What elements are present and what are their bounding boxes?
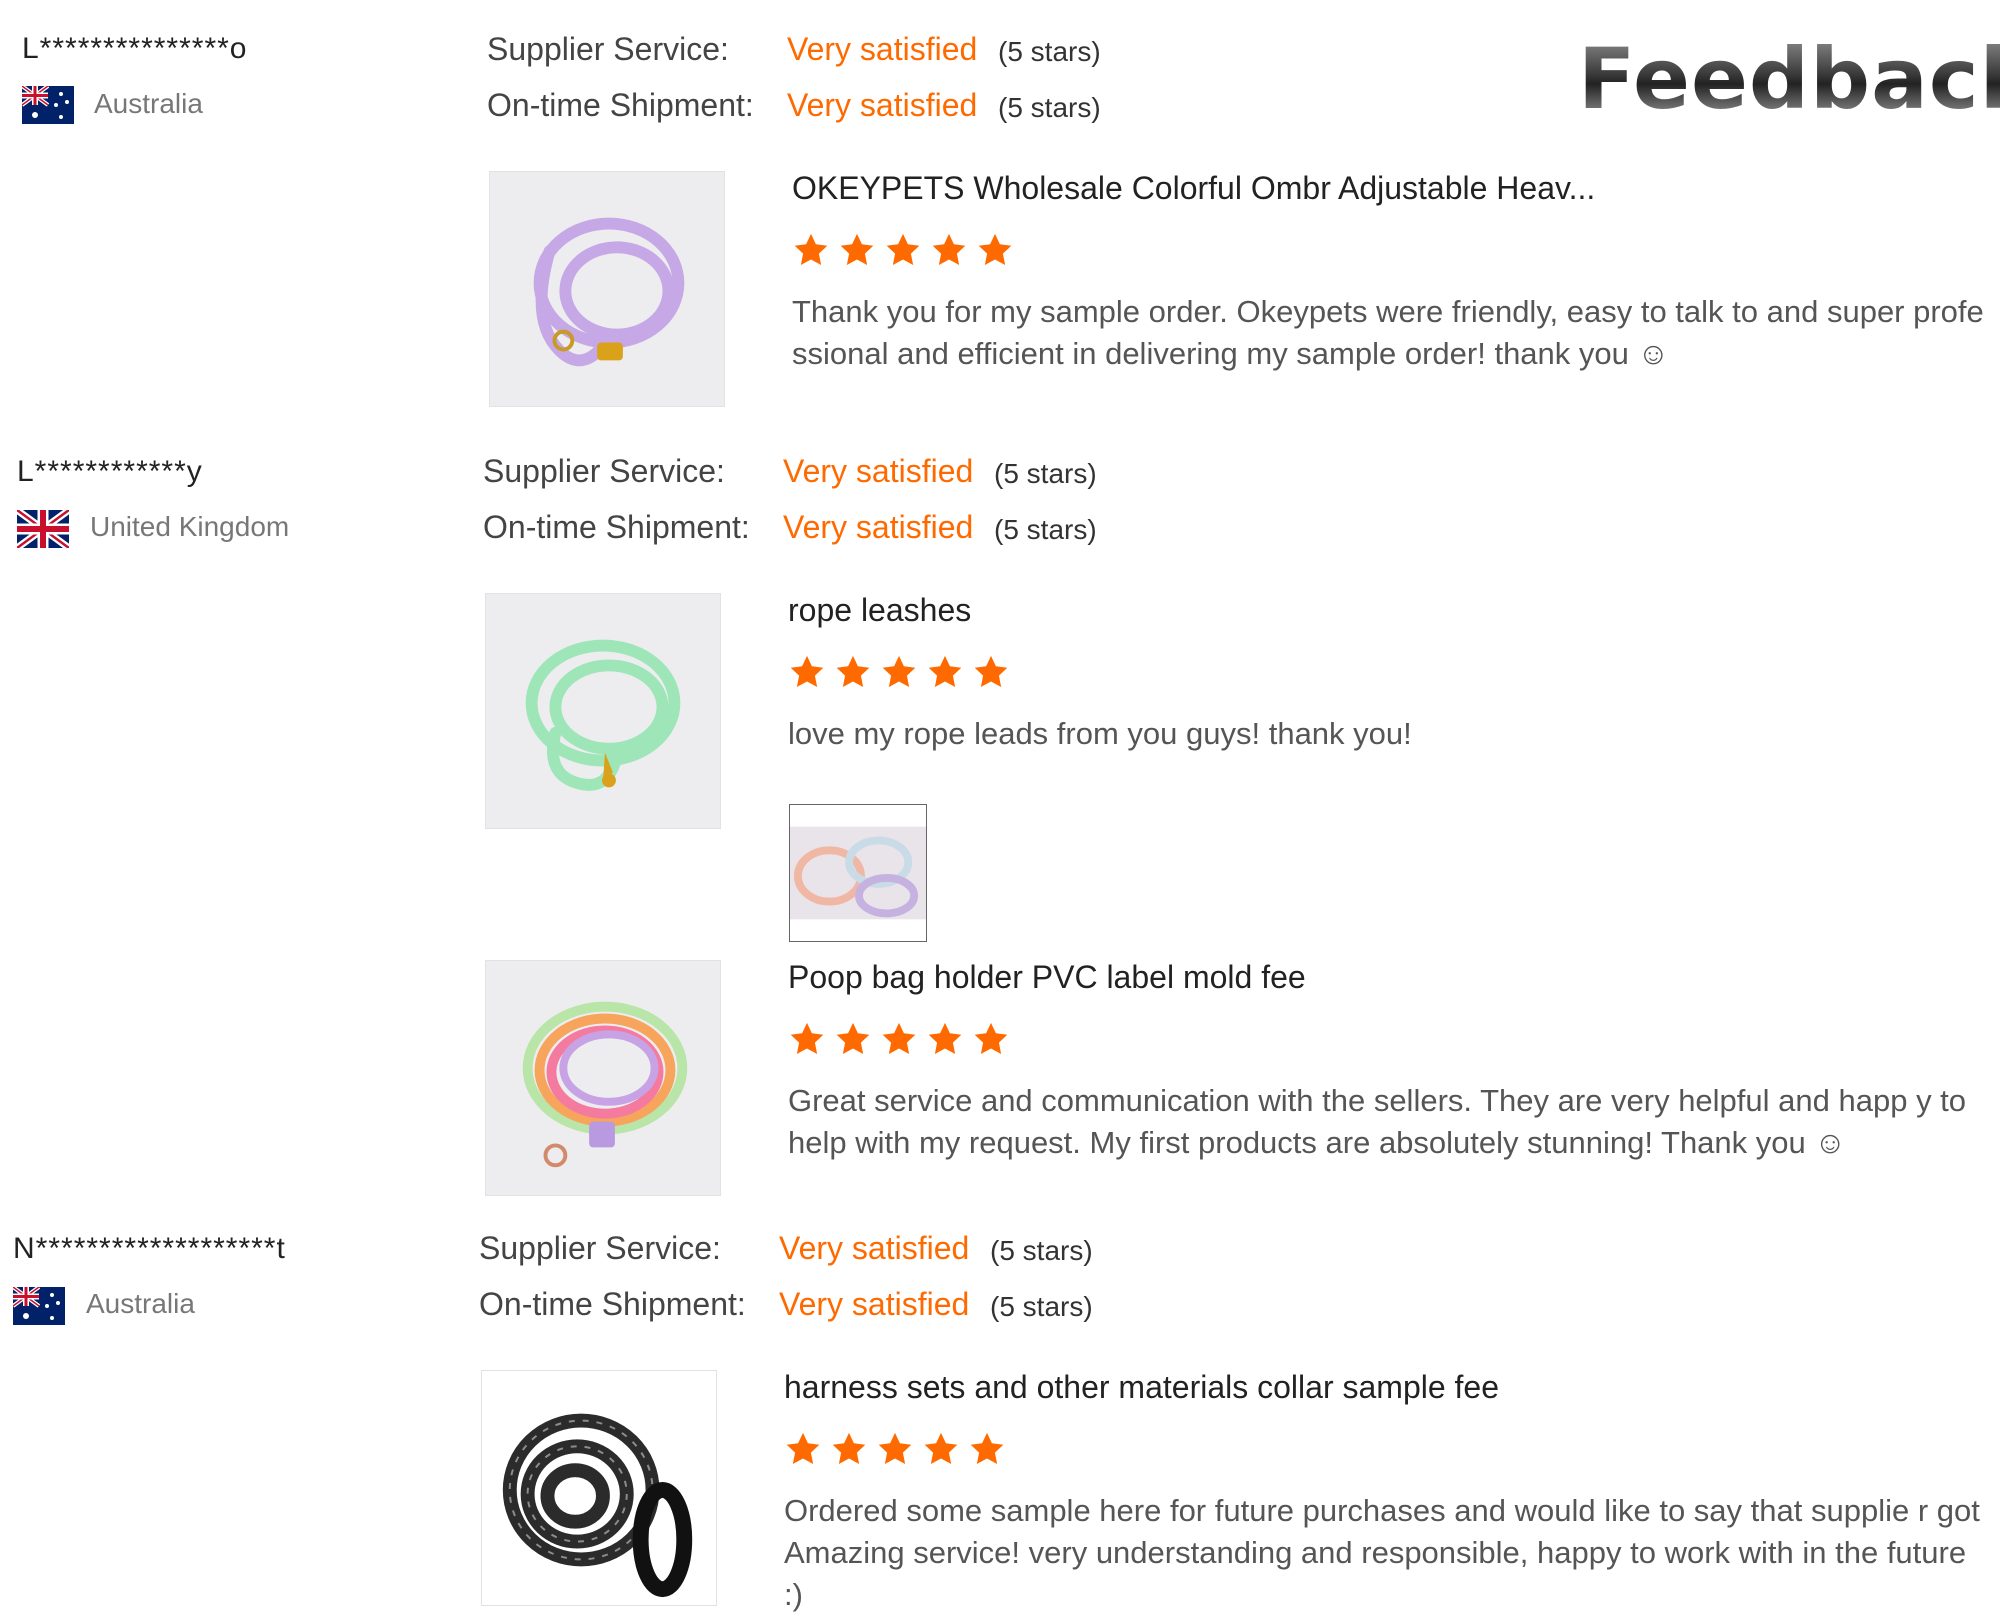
product-image[interactable] — [485, 593, 721, 829]
product-rating — [784, 1430, 1006, 1468]
star-icon — [930, 231, 968, 269]
product-rating — [788, 1020, 1010, 1058]
star-icon — [788, 653, 826, 691]
shipment-value: Very satisfied — [787, 87, 978, 123]
shipment-label: On-time Shipment: — [487, 87, 754, 123]
product-title[interactable]: rope leashes — [788, 592, 971, 629]
product-title[interactable]: harness sets and other materials collar … — [784, 1369, 1499, 1406]
supplier-service-label: Supplier Service: — [483, 453, 725, 489]
shipment-value: Very satisfied — [779, 1286, 970, 1322]
supplier-service-stars: (5 stars) — [994, 458, 1097, 489]
reviewer-name: L************y — [17, 455, 203, 488]
star-icon — [788, 1020, 826, 1058]
star-icon — [784, 1430, 822, 1468]
product-title[interactable]: Poop bag holder PVC label mold fee — [788, 959, 1306, 996]
reviewer-country: Australia — [86, 1288, 195, 1319]
reviewer-country: United Kingdom — [90, 511, 290, 542]
supplier-service-stars: (5 stars) — [998, 36, 1101, 67]
star-icon — [972, 1020, 1010, 1058]
supplier-service-label: Supplier Service: — [479, 1230, 721, 1266]
star-icon — [922, 1430, 960, 1468]
product-image[interactable] — [485, 960, 721, 1196]
product-title[interactable]: OKEYPETS Wholesale Colorful Ombr Adjusta… — [792, 170, 1595, 207]
feedback-title: Feedback — [1578, 30, 2000, 128]
review-text: Great service and communication with the… — [788, 1083, 1967, 1160]
supplier-service-label: Supplier Service: — [487, 31, 729, 67]
review-text: Ordered some sample here for future purc… — [784, 1493, 1980, 1612]
star-icon — [792, 231, 830, 269]
star-icon — [976, 231, 1014, 269]
shipment-label: On-time Shipment: — [479, 1286, 746, 1322]
australia-flag-icon — [13, 1287, 65, 1325]
star-icon — [880, 653, 918, 691]
shipment-stars: (5 stars) — [998, 92, 1101, 123]
product-image[interactable] — [489, 171, 725, 407]
supplier-service-value: Very satisfied — [783, 453, 974, 489]
star-icon — [834, 1020, 872, 1058]
star-icon — [876, 1430, 914, 1468]
star-icon — [926, 1020, 964, 1058]
star-icon — [834, 653, 872, 691]
star-icon — [968, 1430, 1006, 1468]
reviewer-name: N*******************t — [13, 1232, 286, 1265]
supplier-service-value: Very satisfied — [779, 1230, 970, 1266]
reviewer-name: L***************o — [22, 32, 248, 65]
shipment-label: On-time Shipment: — [483, 509, 750, 545]
star-icon — [884, 231, 922, 269]
star-icon — [838, 231, 876, 269]
shipment-stars: (5 stars) — [990, 1291, 1093, 1322]
review-photo[interactable] — [789, 804, 927, 942]
review-text: love my rope leads from you guys! thank … — [788, 716, 1412, 751]
united-kingdom-flag-icon — [17, 510, 69, 548]
product-rating — [792, 231, 1014, 269]
product-rating — [788, 653, 1010, 691]
star-icon — [972, 653, 1010, 691]
star-icon — [830, 1430, 868, 1468]
star-icon — [880, 1020, 918, 1058]
shipment-value: Very satisfied — [783, 509, 974, 545]
review-text: Thank you for my sample order. Okeypets … — [792, 294, 1984, 371]
supplier-service-value: Very satisfied — [787, 31, 978, 67]
australia-flag-icon — [22, 86, 74, 124]
reviewer-country: Australia — [94, 88, 203, 119]
product-image[interactable] — [481, 1370, 717, 1606]
supplier-service-stars: (5 stars) — [990, 1235, 1093, 1266]
shipment-stars: (5 stars) — [994, 514, 1097, 545]
star-icon — [926, 653, 964, 691]
